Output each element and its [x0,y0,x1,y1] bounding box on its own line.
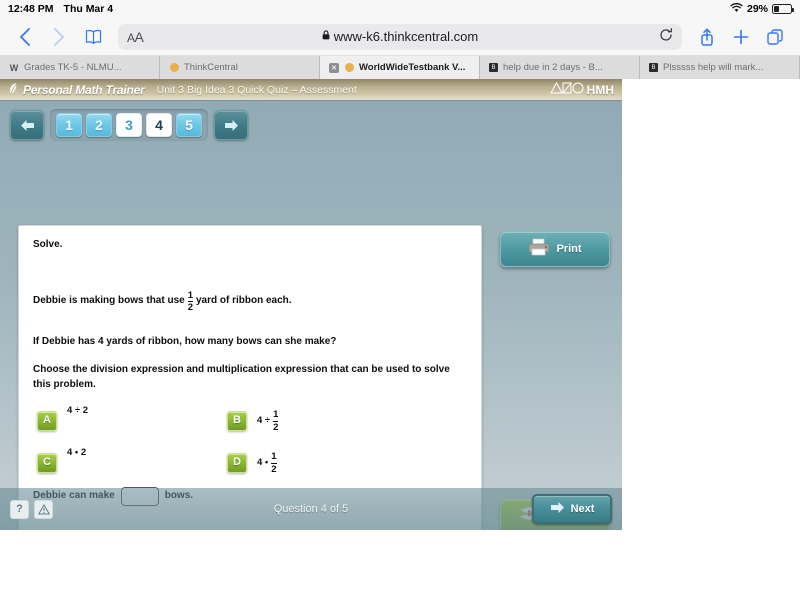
print-button[interactable]: Print [500,231,610,267]
tab-label: WorldWideTestbank V... [359,62,466,73]
app-header: Personal Math Trainer Unit 3 Big Idea 3 … [0,79,622,101]
tab-label: help due in 2 days - B... [503,62,603,73]
browser-tab-bar: W Grades TK-5 - NLMU... ThinkCentral ✕ W… [0,56,800,79]
wifi-icon [730,2,743,16]
choice-a-expression: 4 ÷ 2 [67,404,88,418]
next-question-button[interactable] [214,110,248,140]
battery-icon [772,4,794,14]
choice-d[interactable]: D 4 • 1 2 [227,452,467,474]
browser-tab-4[interactable]: B Plsssss help will mark... [640,56,800,79]
hmh-logo: HMH [549,81,614,97]
leaf-icon [8,82,19,98]
choice-d-box[interactable]: D [227,453,247,473]
browser-tab-0[interactable]: W Grades TK-5 - NLMU... [0,56,160,79]
question-nav-strip: 1 2 3 4 5 [0,101,622,147]
brainly-icon: B [489,63,498,72]
browser-tab-2[interactable]: ✕ WorldWideTestbank V... [320,56,480,79]
assessment-title: Unit 3 Big Idea 3 Quick Quiz – Assessmen… [156,83,357,96]
tab-label: ThinkCentral [184,62,238,73]
fraction-denominator: 2 [271,462,277,475]
stem-fraction: 1 2 [187,289,193,313]
fraction-numerator: 1 [273,409,279,420]
fraction-numerator: 1 [187,289,193,301]
choice-c[interactable]: C 4 • 2 [37,447,227,474]
brand-label: Personal Math Trainer [23,82,145,97]
status-time: 12:48 PM [8,3,54,15]
fraction-numerator: 1 [271,451,277,462]
answer-choices: A 4 ÷ 2 B 4 ÷ 1 2 C 4 • 2 D 4 • 1 2 [37,405,467,474]
tab-label: Plsssss help will mark... [663,62,764,73]
status-right-cluster: 29% [730,2,794,16]
url-text: www-k6.thinkcentral.com [333,29,479,44]
tab-label: Grades TK-5 - NLMU... [24,62,122,73]
choice-d-expression: 4 • 1 2 [257,452,280,474]
choice-d-fraction: 1 2 [271,451,277,475]
reload-icon[interactable] [659,28,673,45]
back-button[interactable] [10,22,40,52]
bookmarks-button[interactable] [78,22,108,52]
question-counter: Question 4 of 5 [273,503,349,515]
orange-circle-icon [169,63,179,73]
app-brand: Personal Math Trainer [8,82,145,98]
browser-toolbar: AA www-k6.thinkcentral.com [0,18,800,56]
orange-circle-icon [344,63,354,73]
browser-tab-3[interactable]: B help due in 2 days - B... [480,56,640,79]
choice-c-expression-text: 4 • 2 [67,447,87,458]
close-icon[interactable]: ✕ [329,62,339,73]
choice-b-expression: 4 ÷ 1 2 [257,410,281,432]
printer-icon [528,238,550,261]
prev-question-button[interactable] [10,110,44,140]
personal-math-trainer-app: Personal Math Trainer Unit 3 Big Idea 3 … [0,79,622,530]
question-button-1[interactable]: 1 [56,113,82,137]
forward-button[interactable] [44,22,74,52]
lock-icon [322,30,330,43]
stem-text-before: Debbie is making bows that use [33,295,185,307]
question-button-5[interactable]: 5 [176,113,202,137]
stem-text-after: yard of ribbon each. [196,295,292,307]
choice-c-expression: 4 • 2 [67,446,86,460]
status-date: Thu Mar 4 [63,3,114,15]
next-label: Next [570,503,595,515]
choice-b-fraction: 1 2 [273,409,279,433]
hmh-label: HMH [586,82,614,97]
brainly-icon: B [649,63,658,72]
question-card: Solve. Debbie is making bows that use 1 … [18,225,482,530]
question-button-3[interactable]: 3 [116,113,142,137]
choice-c-box[interactable]: C [37,453,57,473]
fraction-denominator: 2 [273,420,279,433]
wikipedia-w-icon: W [9,62,19,73]
new-tab-button[interactable] [726,22,756,52]
fraction-denominator: 2 [187,301,193,313]
question-instruction: Choose the division expression and multi… [33,364,450,390]
question-button-4[interactable]: 4 [146,113,172,137]
browser-tab-1[interactable]: ThinkCentral [160,56,320,79]
ios-status-bar: 12:48 PM Thu Mar 4 29% [0,0,800,18]
choice-b-expression-text: 4 ÷ [257,415,271,427]
app-footer: ? Question 4 of 5 Next [0,488,622,530]
choice-b[interactable]: B 4 ÷ 1 2 [227,410,467,432]
choice-b-box[interactable]: B [227,411,247,431]
question-follow-up: If Debbie has 4 yards of ribbon, how man… [33,335,337,347]
question-stem: Debbie is making bows that use 1 2 yard … [33,289,467,313]
question-directive: Solve. [33,239,63,250]
choice-d-expression-text: 4 • [257,457,269,469]
choice-a[interactable]: A 4 ÷ 2 [37,405,227,432]
battery-percent: 29% [746,3,768,15]
arrow-right-icon [550,501,565,517]
question-button-2[interactable]: 2 [86,113,112,137]
address-bar[interactable]: AA www-k6.thinkcentral.com [118,23,682,50]
tab-overview-button[interactable] [760,22,790,52]
url-text-wrap: www-k6.thinkcentral.com [118,29,682,44]
print-label: Print [556,243,582,255]
question-number-group: 1 2 3 4 5 [50,109,208,141]
choice-a-expression-text: 4 ÷ 2 [67,405,89,416]
hmh-glyphs-icon [549,81,584,97]
choice-a-box[interactable]: A [37,411,57,431]
share-button[interactable] [692,22,722,52]
next-button[interactable]: Next [532,494,612,524]
